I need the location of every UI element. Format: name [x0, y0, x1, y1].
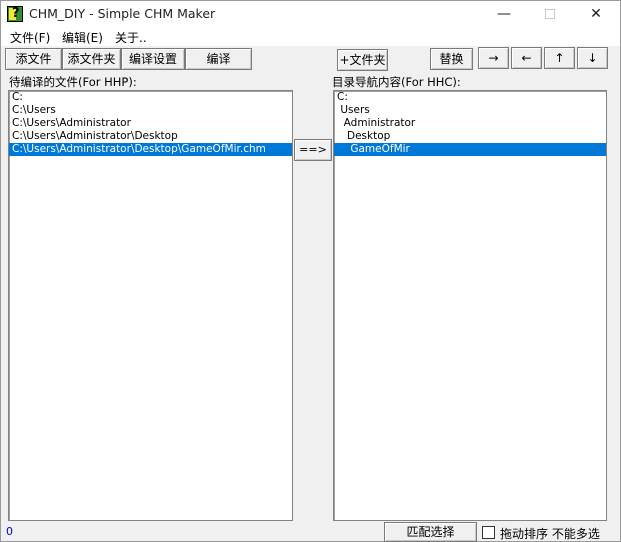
hhp-files-label: 待编译的文件(For HHP):: [9, 75, 137, 89]
window-title: CHM_DIY - Simple CHM Maker: [29, 6, 216, 21]
menu-edit[interactable]: 编辑(E): [62, 29, 103, 46]
list-item[interactable]: Administrator: [334, 117, 606, 130]
add-file-button[interactable]: 添文件: [5, 48, 62, 70]
close-button[interactable]: ✕: [573, 1, 619, 27]
transfer-button[interactable]: ==>: [294, 139, 332, 161]
add-folder-button[interactable]: 添文件夹: [62, 48, 121, 70]
list-item-selected[interactable]: GameOfMir: [334, 143, 606, 156]
hhc-toc-list[interactable]: C: Users Administrator Desktop GameOfMir: [333, 90, 607, 521]
list-item[interactable]: Desktop: [334, 130, 606, 143]
menu-about[interactable]: 关于..: [115, 29, 147, 46]
menu-file[interactable]: 文件(F): [10, 29, 50, 46]
compile-button[interactable]: 编译: [185, 48, 252, 70]
add-toc-folder-button[interactable]: +文件夹: [337, 49, 388, 71]
replace-button[interactable]: 替换: [430, 48, 473, 70]
list-item[interactable]: C:\Users\Administrator\Desktop: [9, 130, 292, 143]
drag-sort-label[interactable]: 拖动排序 不能多选: [500, 525, 600, 542]
list-item[interactable]: C:: [334, 91, 606, 104]
item-count: 0: [6, 525, 13, 538]
indent-right-button[interactable]: →: [478, 47, 509, 69]
list-item[interactable]: C:\Users\Administrator: [9, 117, 292, 130]
app-help-icon: [7, 6, 23, 22]
menu-bar: 文件(F) 编辑(E) 关于..: [1, 27, 620, 46]
minimize-button[interactable]: —: [481, 1, 527, 27]
match-select-button[interactable]: 匹配选择: [384, 522, 477, 542]
move-down-button[interactable]: ↓: [577, 47, 608, 69]
hhp-file-list[interactable]: C: C:\Users C:\Users\Administrator C:\Us…: [8, 90, 293, 521]
list-item[interactable]: Users: [334, 104, 606, 117]
drag-sort-checkbox[interactable]: [482, 526, 495, 539]
hhc-toc-label: 目录导航内容(For HHC):: [332, 75, 461, 89]
maximize-button[interactable]: [527, 1, 573, 27]
list-item-selected[interactable]: C:\Users\Administrator\Desktop\GameOfMir…: [9, 143, 292, 156]
maximize-icon: [545, 9, 555, 19]
title-bar: CHM_DIY - Simple CHM Maker — ✕: [1, 1, 620, 27]
compile-settings-button[interactable]: 编译设置: [121, 48, 185, 70]
list-item[interactable]: C:\Users: [9, 104, 292, 117]
move-up-button[interactable]: ↑: [544, 47, 575, 69]
indent-left-button[interactable]: ←: [511, 47, 542, 69]
list-item[interactable]: C:: [9, 91, 292, 104]
app-window: CHM_DIY - Simple CHM Maker — ✕ 文件(F) 编辑(…: [0, 0, 621, 542]
